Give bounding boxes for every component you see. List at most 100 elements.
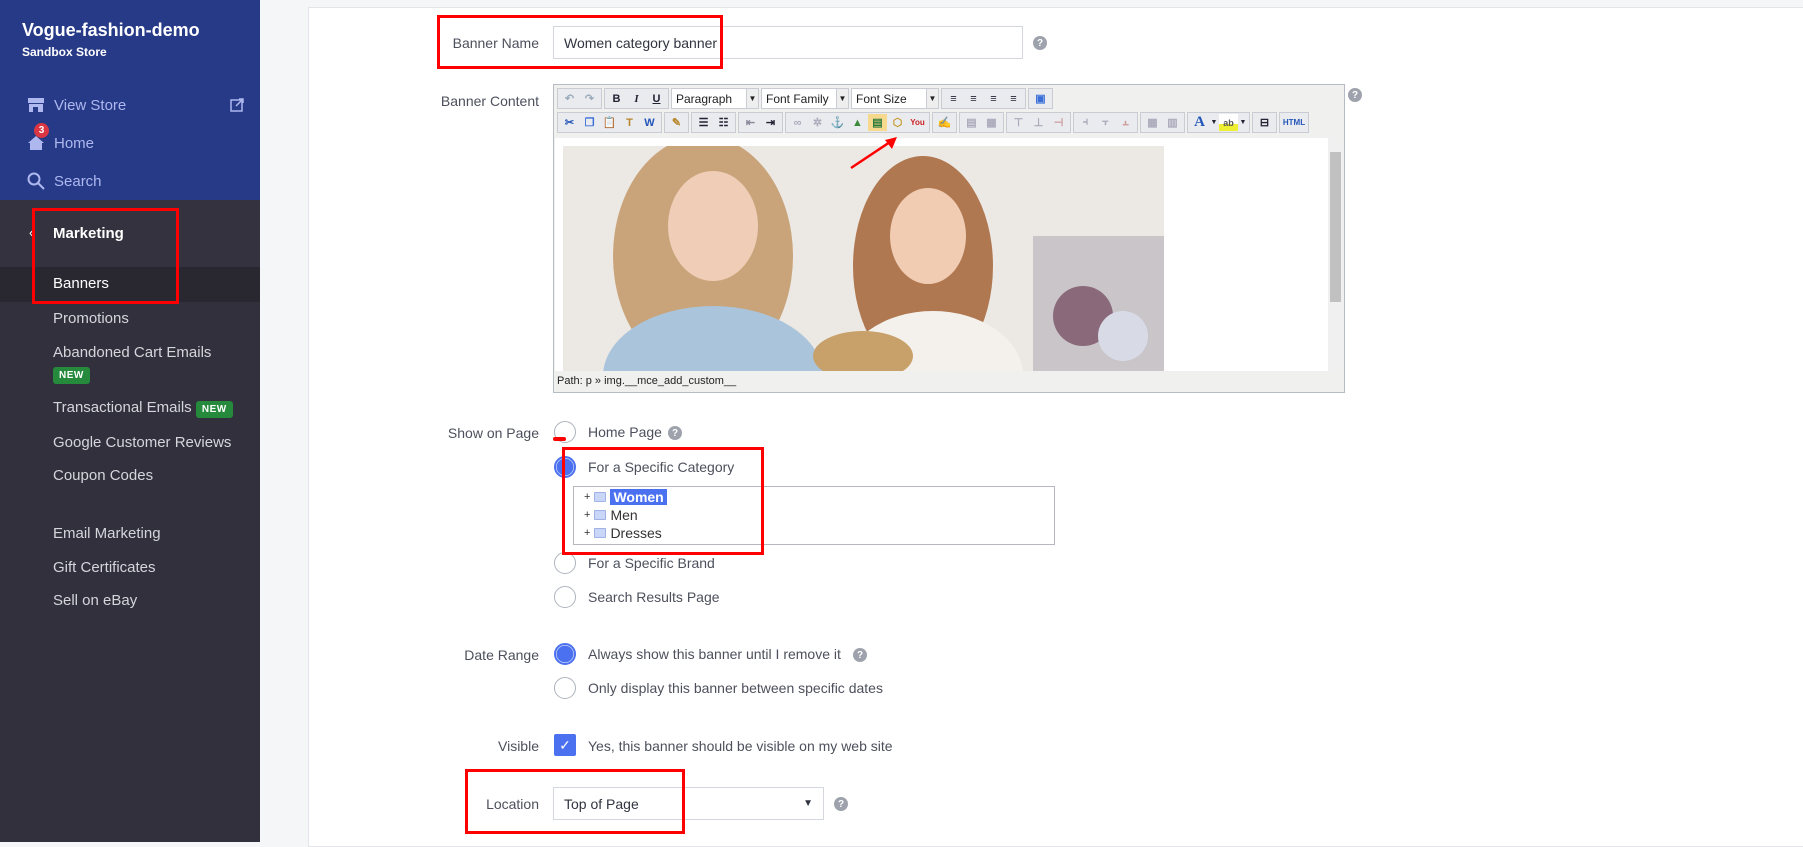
italic-icon[interactable]: I [627, 90, 646, 107]
select-value: Paragraph [676, 91, 733, 106]
redo-icon[interactable]: ↷ [580, 90, 599, 107]
cleanup-icon[interactable]: ✎ [667, 114, 686, 131]
paste-text-icon[interactable]: T [620, 114, 639, 131]
table-row-icon[interactable]: ▤ [962, 114, 981, 131]
sidebar-item-google-reviews[interactable]: Google Customer Reviews [53, 434, 231, 451]
help-icon[interactable]: ? [668, 426, 682, 440]
new-badge: NEW [53, 367, 90, 384]
edit-icon[interactable]: ✍ [935, 114, 954, 131]
font-size-select[interactable]: Font Size ▼ [851, 88, 939, 109]
external-link-icon[interactable] [230, 98, 244, 112]
chevron-left-icon[interactable]: ‹ [29, 225, 33, 240]
col-before-icon[interactable]: ⫞ [1076, 114, 1095, 131]
align-right-icon[interactable]: ≡ [984, 90, 1003, 107]
location-select[interactable]: Top of Page ▼ [553, 787, 824, 820]
cut-icon[interactable]: ✂ [560, 114, 579, 131]
banner-content-label: Banner Content [440, 93, 539, 109]
font-family-select[interactable]: Font Family ▼ [761, 88, 849, 109]
unlink-icon[interactable]: ✲ [808, 114, 827, 131]
radio-specific-category[interactable] [554, 456, 576, 478]
highlight-color-icon[interactable]: ab [1219, 114, 1238, 131]
radio-specific-brand[interactable] [554, 552, 576, 574]
expand-icon[interactable]: + [584, 527, 590, 539]
expand-icon[interactable]: + [584, 509, 590, 521]
option-specific-dates: Only display this banner between specifi… [588, 680, 883, 696]
sidebar-item-email-marketing[interactable]: Email Marketing [53, 525, 161, 542]
sidebar-item-gift-certificates[interactable]: Gift Certificates [53, 559, 156, 576]
expand-icon[interactable]: + [584, 491, 590, 503]
youtube-icon[interactable]: You [908, 114, 927, 131]
table-cell-icon[interactable]: ▦ [982, 114, 1001, 131]
radio-search-results[interactable] [554, 586, 576, 608]
banner-name-input[interactable]: Women category banner [553, 26, 1023, 59]
sidebar-item-sell-on-ebay[interactable]: Sell on eBay [53, 592, 137, 609]
link-icon[interactable]: ∞ [788, 114, 807, 131]
home-icon: 3 [26, 123, 49, 153]
anchor-icon[interactable]: ⚓ [828, 114, 847, 131]
align-center-icon[interactable]: ≡ [964, 90, 983, 107]
editor-scrollbar[interactable] [1328, 138, 1343, 371]
paste-word-icon[interactable]: W [640, 114, 659, 131]
sidebar-item-banners[interactable]: Banners [53, 275, 109, 292]
help-icon[interactable]: ? [1033, 36, 1047, 50]
sidebar-item-coupon-codes[interactable]: Coupon Codes [53, 467, 153, 484]
visible-text: Yes, this banner should be visible on my… [588, 738, 893, 754]
editor-content[interactable] [555, 138, 1343, 371]
select-value: Font Family [766, 91, 829, 106]
image-icon[interactable]: ▲ [848, 114, 867, 131]
bold-icon[interactable]: B [607, 90, 626, 107]
category-tree[interactable]: + Women + Men + Dresses [573, 486, 1055, 545]
outdent-icon[interactable]: ⇤ [741, 114, 760, 131]
sidebar-item-transactional[interactable]: Transactional Emails NEW [53, 399, 233, 418]
nav-search[interactable]: Search [26, 171, 102, 191]
col-after-icon[interactable]: ⫟ [1096, 114, 1115, 131]
marketing-section[interactable] [0, 200, 260, 267]
paste-icon[interactable]: 📋 [600, 114, 619, 131]
row-before-icon[interactable]: ⊤ [1009, 114, 1028, 131]
media-icon[interactable]: ▤ [868, 114, 887, 131]
delete-col-icon[interactable]: ⫠ [1116, 114, 1135, 131]
help-icon[interactable]: ? [834, 797, 848, 811]
text-color-icon[interactable]: A [1190, 114, 1209, 131]
merge-cells-icon[interactable]: ▦ [1143, 114, 1162, 131]
fullscreen-icon[interactable]: ▣ [1031, 90, 1050, 107]
nav-label: View Store [54, 96, 127, 114]
category-name: Men [610, 507, 638, 523]
category-node-dresses[interactable]: + Dresses [584, 525, 662, 541]
sidebar-item-abandoned-cart[interactable]: Abandoned Cart Emails [53, 344, 211, 361]
horizontal-rule-icon[interactable]: ⊟ [1255, 114, 1274, 131]
chevron-down-icon: ▼ [836, 89, 848, 108]
indent-icon[interactable]: ⇥ [761, 114, 780, 131]
align-justify-icon[interactable]: ≡ [1004, 90, 1023, 107]
help-icon[interactable]: ? [1348, 88, 1362, 102]
nav-home[interactable]: 3 Home [26, 123, 94, 153]
radio-always-show[interactable] [554, 643, 576, 665]
format-select[interactable]: Paragraph ▼ [671, 88, 759, 109]
date-range-label: Date Range [464, 647, 539, 663]
category-name: Women [610, 489, 667, 505]
visible-checkbox[interactable]: ✓ [554, 734, 576, 756]
sidebar-item-promotions[interactable]: Promotions [53, 310, 129, 327]
rich-text-editor[interactable]: ↶ ↷ BIU Paragraph ▼ Font Family ▼ Font Size… [553, 84, 1345, 393]
delete-row-icon[interactable]: ⊣ [1049, 114, 1068, 131]
row-after-icon[interactable]: ⊥ [1029, 114, 1048, 131]
align-left-icon[interactable]: ≡ [944, 90, 963, 107]
scrollbar-thumb[interactable] [1330, 152, 1341, 302]
copy-icon[interactable]: ❐ [580, 114, 599, 131]
numbered-list-icon[interactable]: ☷ [714, 114, 733, 131]
category-node-men[interactable]: + Men [584, 507, 638, 523]
nav-view-store[interactable]: View Store [26, 95, 126, 115]
insert-link-icon[interactable]: ⬡ [888, 114, 907, 131]
chevron-down-icon[interactable]: ▼ [1210, 114, 1218, 131]
banner-image [563, 146, 1164, 371]
chevron-down-icon[interactable]: ▼ [1239, 114, 1247, 131]
category-node-women[interactable]: + Women [584, 489, 667, 505]
html-source-button[interactable]: HTML [1282, 114, 1306, 131]
help-icon[interactable]: ? [853, 648, 867, 662]
option-search-results: Search Results Page [588, 589, 720, 605]
underline-icon[interactable]: U [647, 90, 666, 107]
radio-specific-dates[interactable] [554, 677, 576, 699]
split-cells-icon[interactable]: ▥ [1163, 114, 1182, 131]
undo-icon[interactable]: ↶ [560, 90, 579, 107]
bullet-list-icon[interactable]: ☰ [694, 114, 713, 131]
